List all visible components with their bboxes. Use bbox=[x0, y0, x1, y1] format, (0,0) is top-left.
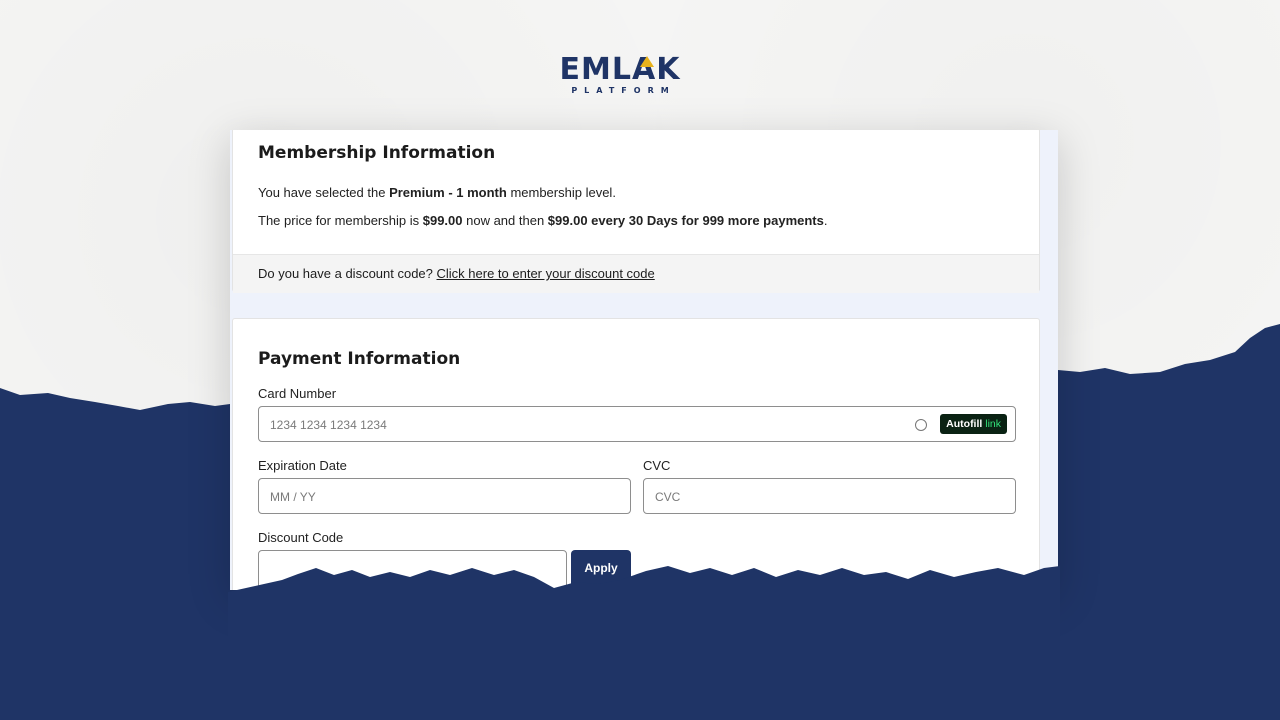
torn-edge-overlay bbox=[228, 566, 1060, 720]
